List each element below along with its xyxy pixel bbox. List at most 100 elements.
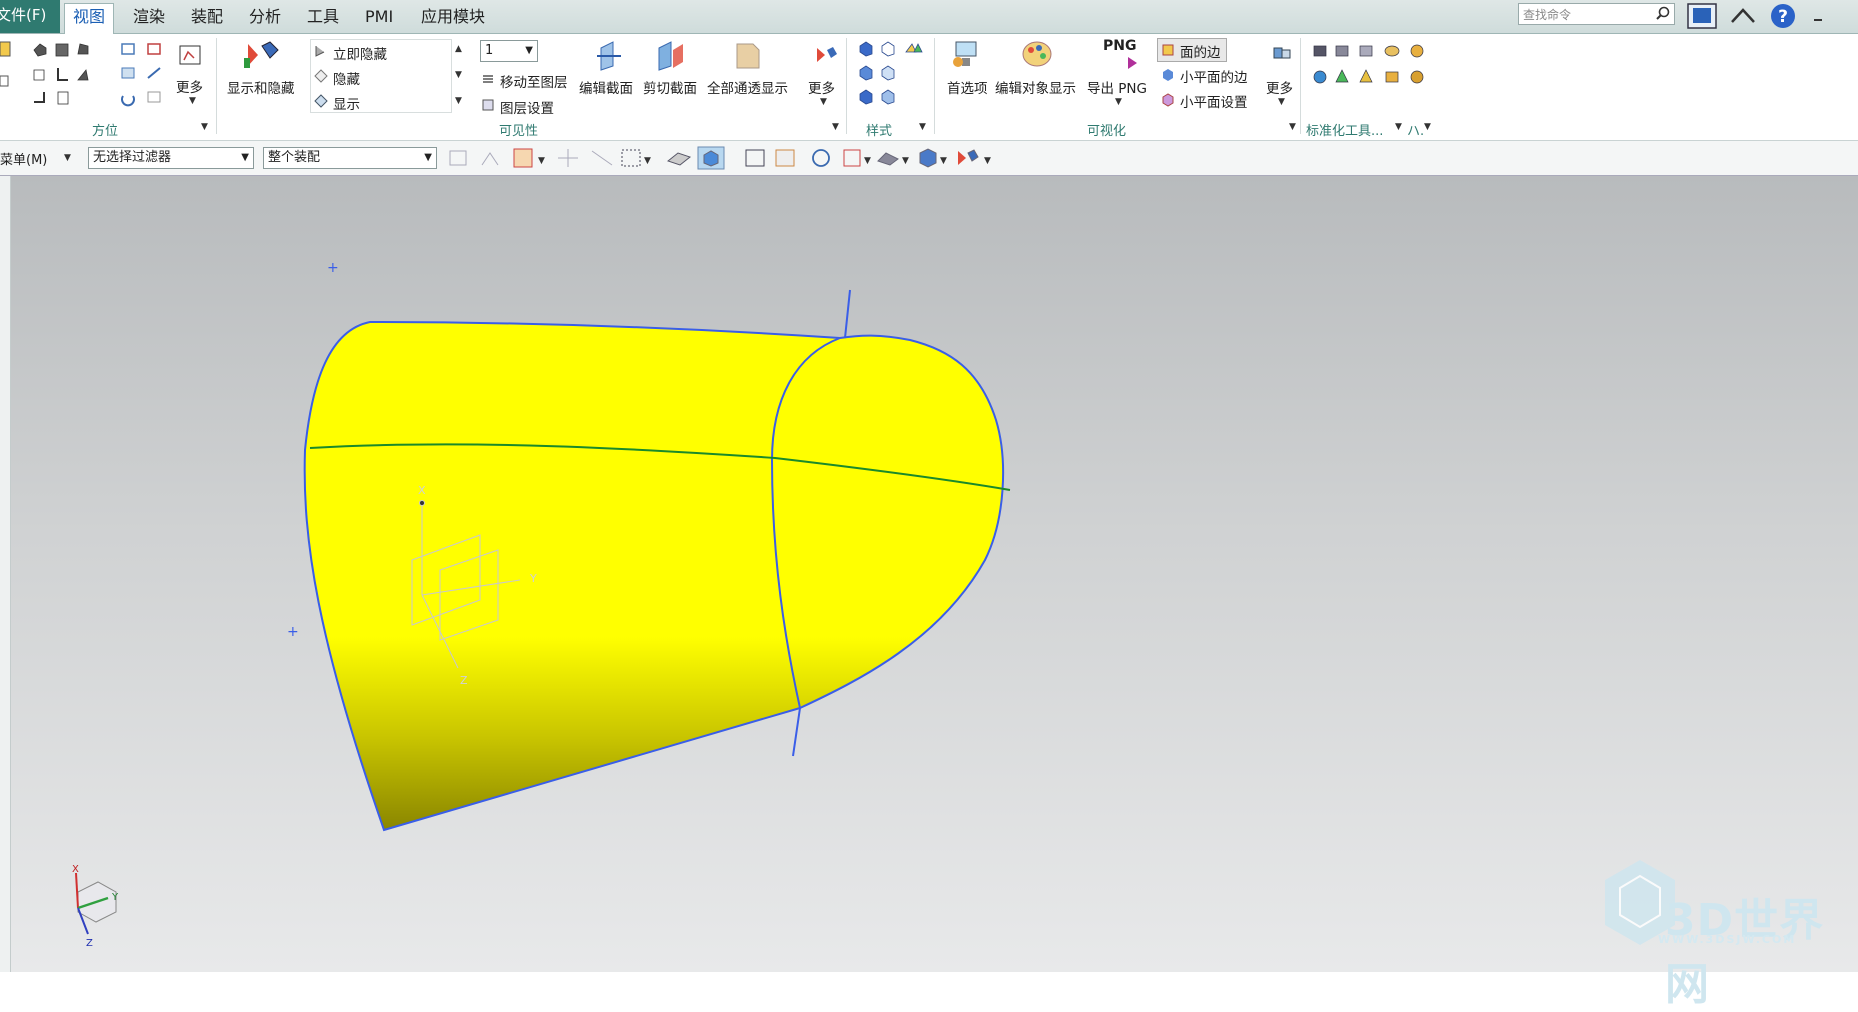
view-triad[interactable]: X Y Z (72, 864, 119, 949)
orient-views-icon[interactable] (30, 40, 90, 110)
search-icon[interactable] (1656, 6, 1670, 20)
ribbon: 更多 ▼ 方位 ▼ 显示和隐藏 立即隐藏 隐藏 显示 ▲ ▼ ▼ 1 ▼ 移动至图… (0, 34, 1858, 141)
orient-more-button[interactable]: 更多 (176, 76, 203, 96)
orientation-group-label: 方位 (92, 124, 119, 139)
model-canvas[interactable]: + + X Y Z X Y Z (0, 176, 1858, 972)
wcs-y-label: Y (529, 572, 537, 585)
selection-filter-select[interactable]: 无选择过滤器 ▼ (88, 147, 254, 169)
minimize-icon[interactable] (1808, 2, 1834, 30)
edge-extension-top (844, 289, 851, 339)
visualization-more-icon[interactable] (1271, 44, 1293, 64)
orientation-group-caret[interactable]: ▼ (201, 122, 208, 132)
command-search-input[interactable]: 查找命令 (1518, 3, 1675, 25)
file-menu[interactable]: 文件(F) (0, 0, 60, 33)
facet-settings-icon (1162, 93, 1174, 107)
tab-application[interactable]: 应用模块 (413, 4, 493, 31)
view-cube-icon[interactable] (0, 38, 14, 98)
tab-assembly[interactable]: 装配 (183, 4, 231, 31)
move-to-layer-button[interactable]: 移动至图层 (500, 71, 568, 91)
edit-section-icon[interactable] (595, 40, 623, 72)
collapse-ribbon-icon[interactable] (1728, 2, 1758, 30)
png-badge: PNG (1103, 38, 1137, 54)
hide-icon (314, 69, 328, 83)
svg-text:▼: ▼ (864, 156, 871, 166)
style-shading-icons[interactable] (856, 40, 928, 112)
menu-caret[interactable]: ▼ (64, 153, 71, 163)
all-pass-display-icon[interactable] (733, 40, 763, 72)
svg-text:?: ? (1778, 7, 1788, 27)
style-group-label: 样式 (866, 124, 893, 139)
watermark-url: WWW.3DSJW.COM (1658, 933, 1797, 946)
selection-scope-select[interactable]: 整个装配 ▼ (263, 147, 437, 169)
all-pass-display-button[interactable]: 全部通透显示 (707, 77, 788, 97)
list-expand[interactable]: ▼ (455, 96, 462, 106)
view-tools-icon[interactable] (120, 40, 170, 110)
visualization-more-button[interactable]: 更多 (1266, 77, 1293, 97)
facet-settings-button[interactable]: 小平面设置 (1180, 91, 1248, 111)
selection-scope-value: 整个装配 (268, 150, 321, 165)
face-edges-icon (1162, 44, 1174, 56)
edit-section-button[interactable]: 编辑截面 (579, 77, 633, 97)
edge-extension-bottom (792, 707, 801, 757)
help-icon[interactable]: ? (1768, 2, 1798, 30)
clip-section-button[interactable]: 剪切截面 (643, 77, 697, 97)
edit-object-display-button[interactable]: 编辑对象显示 (995, 77, 1076, 97)
visualization-group-caret[interactable]: ▼ (1289, 122, 1296, 132)
selection-filter-value: 无选择过滤器 (93, 150, 172, 165)
edit-object-display-icon[interactable] (1020, 38, 1054, 72)
orient-more-caret[interactable]: ▼ (189, 96, 196, 106)
facet-edges-button[interactable]: 小平面的边 (1180, 66, 1248, 86)
svg-text:▼: ▼ (984, 156, 991, 166)
svg-text:▼: ▼ (902, 156, 909, 166)
tab-analysis[interactable]: 分析 (241, 4, 289, 31)
standard-tools-group-label: 标准化工具... (1306, 124, 1384, 139)
standard-tools-icons[interactable] (1310, 40, 1430, 100)
export-arrow-icon (1128, 57, 1137, 69)
image-orient-icon[interactable] (176, 44, 204, 68)
wcs-x-label: X (418, 484, 426, 497)
view-y-label: Y (111, 892, 119, 903)
fullscreen-icon[interactable] (1686, 2, 1718, 30)
svg-text:▼: ▼ (644, 156, 651, 166)
search-placeholder: 查找命令 (1523, 8, 1572, 22)
point-marker: + (327, 260, 339, 276)
visibility-more-button[interactable]: 更多 (808, 77, 835, 97)
point-marker: + (287, 624, 299, 640)
visualization-more-caret[interactable]: ▼ (1278, 97, 1285, 107)
sweep-surface[interactable] (303, 320, 1005, 832)
list-scroll-up[interactable]: ▲ (455, 44, 462, 54)
extra-group-label: ハ. (1407, 124, 1425, 139)
view-toolbar-icons[interactable]: ▼ ▼ ▼ ▼ ▼ ▼ (446, 145, 1026, 171)
tab-render[interactable]: 渲染 (125, 4, 173, 31)
menu-bar: 文件(F) 视图 渲染 装配 分析 工具 PMI 应用模块 查找命令 ? (0, 0, 1858, 35)
visibility-group-caret[interactable]: ▼ (832, 122, 839, 132)
standard-tools-caret[interactable]: ▼ (1395, 122, 1402, 132)
svg-text:▼: ▼ (538, 156, 545, 166)
show-hide-icon[interactable] (244, 40, 280, 70)
export-png-caret[interactable]: ▼ (1115, 97, 1122, 107)
tab-view[interactable]: 视图 (64, 3, 115, 35)
preferences-button[interactable]: 首选项 (947, 77, 988, 97)
layer-value: 1 (485, 43, 494, 58)
visibility-more-icon[interactable] (811, 44, 837, 66)
quick-hide-item[interactable]: 立即隐藏 (333, 43, 387, 63)
list-scroll-down[interactable]: ▼ (455, 70, 462, 80)
clip-section-icon[interactable] (655, 40, 687, 72)
selection-toolbar: 菜单(M) ▼ 无选择过滤器 ▼ 整个装配 ▼ ▼ ▼ ▼ ▼ ▼ ▼ (0, 141, 1858, 176)
style-group-caret[interactable]: ▼ (919, 122, 926, 132)
layer-settings-button[interactable]: 图层设置 (500, 97, 554, 117)
export-png-button[interactable]: 导出 PNG (1087, 77, 1147, 97)
show-item[interactable]: 显示 (333, 93, 360, 113)
preferences-icon[interactable] (950, 38, 982, 72)
facet-edges-icon (1163, 69, 1173, 81)
hide-item[interactable]: 隐藏 (333, 68, 360, 88)
visibility-more-caret[interactable]: ▼ (820, 97, 827, 107)
layer-select[interactable]: 1 ▼ (480, 40, 538, 62)
tab-pmi[interactable]: PMI (357, 4, 401, 31)
svg-text:▼: ▼ (940, 156, 947, 166)
menu-button[interactable]: 菜单(M) (0, 149, 47, 168)
tab-tools[interactable]: 工具 (299, 4, 347, 31)
visibility-group-label: 可见性 (499, 124, 539, 139)
extra-group-caret[interactable]: ▼ (1424, 122, 1431, 132)
show-hide-button[interactable]: 显示和隐藏 (227, 77, 295, 97)
